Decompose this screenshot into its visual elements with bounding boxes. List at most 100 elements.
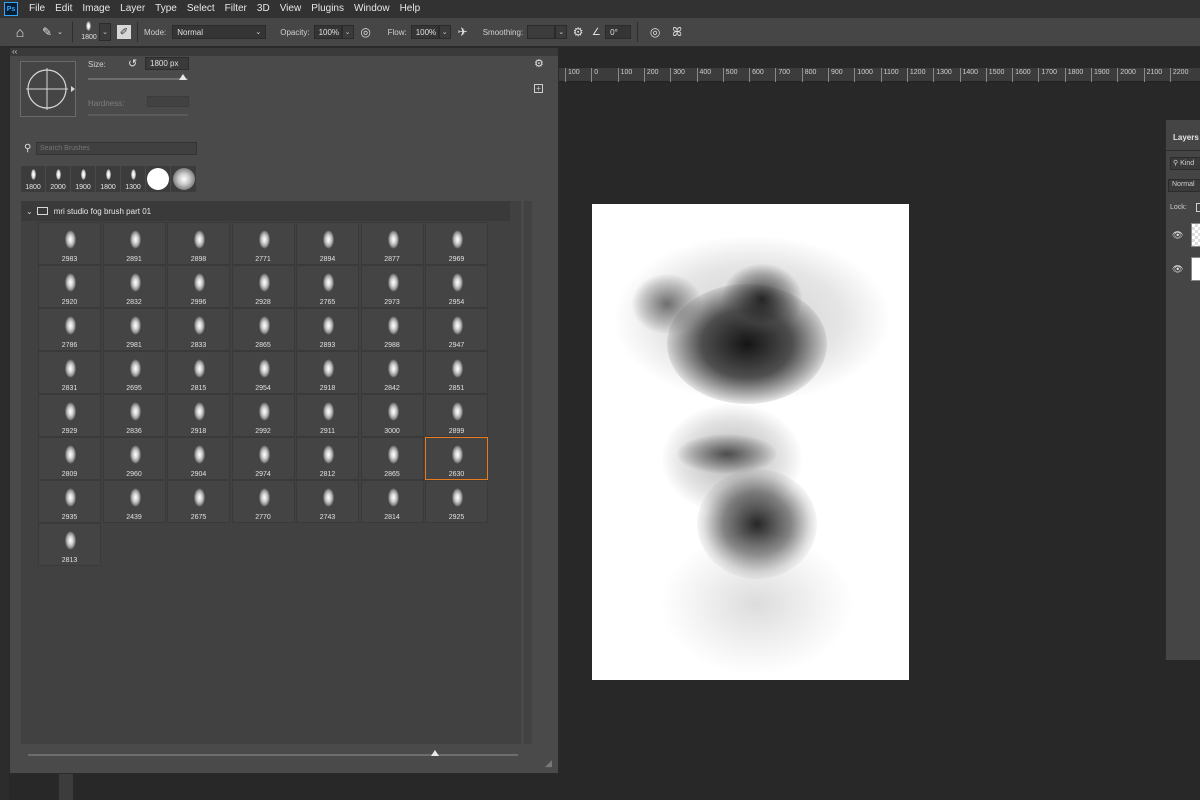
brush-preset[interactable]: 2865 xyxy=(360,437,424,480)
brush-preset[interactable]: 2983 xyxy=(38,222,101,265)
menu-view[interactable]: View xyxy=(275,0,307,18)
angle-field[interactable]: 0° xyxy=(605,25,632,39)
brush-preset[interactable]: 2954 xyxy=(231,351,295,394)
menu-window[interactable]: Window xyxy=(349,0,395,18)
brush-preset[interactable]: 2771 xyxy=(231,222,295,265)
smoothing-field[interactable] xyxy=(527,25,556,39)
brush-preset[interactable]: 2851 xyxy=(425,351,488,394)
brush-preset[interactable]: 2813 xyxy=(38,523,101,566)
brush-preset[interactable]: 2833 xyxy=(167,308,230,351)
brush-preset[interactable]: 2832 xyxy=(102,265,166,308)
blend-mode-select[interactable]: Normal xyxy=(1168,179,1200,192)
brush-preset[interactable]: 2865 xyxy=(231,308,295,351)
brush-preset[interactable]: 2439 xyxy=(102,480,166,523)
reset-size-icon[interactable]: ↺ xyxy=(128,57,137,70)
menu-filter[interactable]: Filter xyxy=(220,0,252,18)
opacity-dropdown[interactable]: ⌄ xyxy=(341,25,354,39)
brush-group-header[interactable]: ⌄ mri studio fog brush part 01 xyxy=(21,201,510,221)
recent-brush-hard-round[interactable] xyxy=(146,166,171,192)
brush-preset[interactable]: 2954 xyxy=(425,265,488,308)
opacity-field[interactable]: 100% xyxy=(313,25,342,39)
flow-field[interactable]: 100% xyxy=(410,25,439,39)
brush-preset[interactable]: 2928 xyxy=(231,265,295,308)
document-canvas[interactable] xyxy=(592,204,909,680)
brush-preset[interactable]: 2770 xyxy=(231,480,295,523)
brush-preset[interactable]: 2809 xyxy=(38,437,101,480)
preview-size-slider-thumb[interactable] xyxy=(430,750,439,756)
brush-preset[interactable]: 2893 xyxy=(296,308,359,351)
size-slider-thumb[interactable] xyxy=(179,74,187,80)
mode-select[interactable]: Normal ⌄ xyxy=(172,25,267,39)
brush-preset[interactable]: 2988 xyxy=(360,308,424,351)
brush-preset[interactable]: 2695 xyxy=(102,351,166,394)
brush-preset[interactable]: 2894 xyxy=(296,222,359,265)
brush-preset[interactable]: 2992 xyxy=(231,394,295,437)
smoothing-dropdown[interactable]: ⌄ xyxy=(555,25,568,39)
brush-preset[interactable]: 2981 xyxy=(102,308,166,351)
brush-preset[interactable]: 2947 xyxy=(425,308,488,351)
size-slider[interactable] xyxy=(88,74,188,80)
layer-row[interactable]: 👁 xyxy=(1166,254,1200,284)
recent-brush[interactable]: 2000 xyxy=(46,166,71,192)
menu-file[interactable]: File xyxy=(24,0,50,18)
size-field[interactable]: 1800 px xyxy=(145,57,189,70)
search-brushes-input[interactable] xyxy=(36,142,197,155)
brush-preset[interactable]: 2904 xyxy=(167,437,230,480)
brush-preset[interactable]: 2814 xyxy=(360,480,424,523)
scrollbar[interactable] xyxy=(524,201,532,744)
recent-brush-soft-round[interactable] xyxy=(171,166,196,192)
preview-size-slider[interactable] xyxy=(28,750,518,756)
brush-preset[interactable]: 2918 xyxy=(167,394,230,437)
brush-preset[interactable]: 2929 xyxy=(38,394,101,437)
recent-brush[interactable]: 1800 xyxy=(96,166,121,192)
brush-preset[interactable]: 2918 xyxy=(296,351,359,394)
recent-brush[interactable]: 1300 xyxy=(121,166,146,192)
menu-image[interactable]: Image xyxy=(77,0,115,18)
resize-grip-icon[interactable]: ◢ xyxy=(545,758,552,769)
menu-plugins[interactable]: Plugins xyxy=(306,0,349,18)
menu-layer[interactable]: Layer xyxy=(115,0,150,18)
brush-preset[interactable]: 2898 xyxy=(167,222,230,265)
brush-preset[interactable]: 2765 xyxy=(296,265,359,308)
brush-preset[interactable]: 2630 xyxy=(425,437,488,480)
pressure-opacity-icon[interactable]: ◎ xyxy=(354,25,378,39)
brush-preset[interactable]: 2911 xyxy=(296,394,359,437)
recent-brush[interactable]: 1900 xyxy=(71,166,96,192)
new-brush-icon[interactable]: + xyxy=(534,84,543,93)
brush-preset[interactable]: 2831 xyxy=(38,351,101,394)
brush-preset[interactable]: 2675 xyxy=(167,480,230,523)
gear-icon[interactable]: ⚙ xyxy=(534,57,544,70)
smoothing-gear-icon[interactable]: ⚙ xyxy=(567,25,589,39)
brush-preset[interactable]: 2996 xyxy=(167,265,230,308)
brush-preset-picker[interactable]: 1800 xyxy=(79,19,99,45)
brush-preset[interactable]: 2743 xyxy=(296,480,359,523)
photoshop-logo[interactable]: Ps xyxy=(4,2,18,16)
brush-preset[interactable]: 2969 xyxy=(425,222,488,265)
menu-edit[interactable]: Edit xyxy=(50,0,77,18)
tool-preset-chevron-icon[interactable]: ⌄ xyxy=(54,28,66,36)
home-icon[interactable]: ⌂ xyxy=(0,24,40,40)
brush-preset[interactable]: 2960 xyxy=(102,437,166,480)
menu-select[interactable]: Select xyxy=(182,0,220,18)
brush-preset[interactable]: 2920 xyxy=(38,265,101,308)
brush-preset[interactable]: 2842 xyxy=(360,351,424,394)
lock-transparency-checkbox[interactable] xyxy=(1196,203,1200,212)
symmetry-butterfly-icon[interactable]: ꕤ xyxy=(666,25,688,40)
flow-dropdown[interactable]: ⌄ xyxy=(438,25,451,39)
menu-type[interactable]: Type xyxy=(150,0,182,18)
brush-preset[interactable]: 2786 xyxy=(38,308,101,351)
brush-preset[interactable]: 2925 xyxy=(425,480,488,523)
brush-settings-toggle-icon[interactable]: ✐ xyxy=(117,25,131,39)
menu-help[interactable]: Help xyxy=(395,0,426,18)
brush-preset[interactable]: 3000 xyxy=(360,394,424,437)
layers-panel-title[interactable]: Layers xyxy=(1173,133,1199,142)
brush-preset[interactable]: 2812 xyxy=(296,437,359,480)
recent-brush[interactable]: 1800 xyxy=(21,166,46,192)
kind-filter-select[interactable]: ⚲ Kind xyxy=(1170,157,1200,170)
brush-preset[interactable]: 2815 xyxy=(167,351,230,394)
collapse-icon[interactable]: ‹‹ xyxy=(12,47,17,56)
brush-tool-icon[interactable]: ✎ xyxy=(40,25,54,39)
airbrush-icon[interactable]: ✈ xyxy=(451,25,475,39)
brush-preset[interactable]: 2973 xyxy=(360,265,424,308)
brush-preset[interactable]: 2935 xyxy=(38,480,101,523)
